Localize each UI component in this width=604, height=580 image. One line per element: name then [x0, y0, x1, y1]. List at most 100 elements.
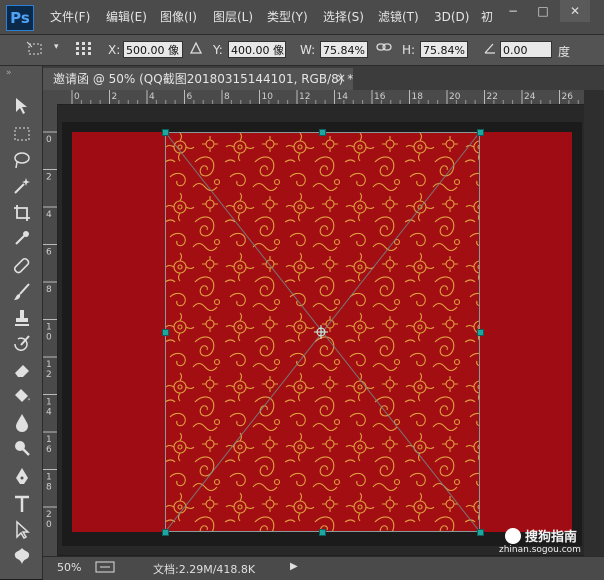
menu-filter[interactable]: 滤镜(T) — [378, 8, 419, 26]
ruler-top-label: 10 — [262, 92, 274, 102]
blur-tool-icon[interactable] — [10, 412, 34, 436]
share-icon[interactable] — [95, 561, 115, 576]
chevron-down-icon[interactable]: ▾ — [54, 42, 59, 52]
angle-icon[interactable] — [484, 42, 496, 57]
transform-handle-top[interactable] — [319, 129, 326, 136]
y-field[interactable]: 400.00 像 — [228, 41, 286, 58]
brush-tool-icon[interactable] — [10, 282, 34, 306]
ruler-top-label: 18 — [412, 92, 424, 102]
ruler-top-label: 22 — [487, 92, 498, 102]
menu-file[interactable]: 文件(F) — [50, 8, 90, 26]
ruler-left-label: 4 — [46, 210, 52, 220]
menu-view[interactable]: 初 — [481, 8, 493, 26]
minimize-button[interactable]: − — [498, 0, 528, 22]
ruler-top-label: 24 — [524, 92, 536, 102]
menu-3d[interactable]: 3D(D) — [434, 8, 469, 26]
status-menu-arrow[interactable]: ▶ — [290, 561, 298, 572]
transform-handle-top-right[interactable] — [477, 129, 484, 136]
menu-layer[interactable]: 图层(L) — [213, 8, 253, 26]
healing-brush-icon[interactable] — [10, 256, 34, 280]
transform-handle-top-left[interactable] — [162, 129, 169, 136]
menu-edit[interactable]: 编辑(E) — [106, 8, 147, 26]
menu-image[interactable]: 图像(I) — [160, 8, 197, 26]
transform-handle-right[interactable] — [477, 329, 484, 336]
ruler-top-label: 14 — [337, 92, 349, 102]
ruler-top-label: 16 — [374, 92, 386, 102]
w-label: W: — [300, 43, 316, 57]
ruler-left-label: 0 — [46, 333, 52, 343]
menu-type[interactable]: 类型(Y) — [267, 8, 308, 26]
ruler-left-label: 2 — [46, 510, 52, 520]
ruler-left-label: 1 — [46, 435, 52, 445]
ruler-top-label: 26 — [562, 92, 574, 102]
ruler-top-label: 12 — [299, 92, 310, 102]
crop-tool-icon[interactable] — [10, 203, 34, 227]
ruler-top-label: 6 — [187, 92, 193, 102]
clone-stamp-icon[interactable] — [10, 308, 34, 332]
document-size-info: 文档:2.29M/418.8K — [153, 563, 256, 576]
sogou-logo-icon — [505, 527, 521, 544]
menu-select[interactable]: 选择(S) — [323, 8, 364, 26]
ruler-left-label: 0 — [46, 135, 52, 145]
magic-wand-icon[interactable] — [10, 176, 34, 200]
ruler-left-label: 0 — [46, 520, 52, 530]
ruler-left-label: 4 — [46, 408, 52, 418]
eraser-icon[interactable] — [10, 360, 34, 384]
ruler-top-label: 0 — [74, 92, 80, 102]
path-selection-icon[interactable] — [10, 520, 34, 544]
photoshop-logo: Ps — [6, 5, 34, 31]
pen-tool-icon[interactable] — [10, 466, 34, 490]
restore-button[interactable]: □ — [528, 0, 558, 22]
ruler-left-label: 1 — [46, 398, 52, 408]
marquee-tool-icon[interactable] — [10, 124, 34, 148]
ruler-corner — [43, 90, 62, 104]
document-tab[interactable]: 邀请函 @ 50% (QQ截图20180315144101, RGB/8) * — [43, 68, 353, 90]
ruler-top-label: 8 — [224, 92, 230, 102]
watermark-brand: 搜狗指南 — [525, 530, 578, 545]
h-label: H: — [402, 43, 416, 57]
transform-tool-icon[interactable] — [26, 41, 44, 60]
move-tool-icon[interactable] — [10, 96, 34, 120]
ruler-left-label: 6 — [46, 445, 52, 455]
x-label: X: — [108, 43, 121, 57]
ruler-left-label: 8 — [46, 285, 52, 295]
type-tool-icon[interactable] — [10, 494, 34, 518]
x-field[interactable]: 500.00 像 — [123, 41, 183, 58]
collapse-arrows-icon[interactable]: » — [6, 68, 12, 78]
dodge-tool-icon[interactable] — [10, 438, 34, 462]
transform-center-icon[interactable] — [314, 325, 328, 339]
transform-handle-bottom-left[interactable] — [162, 529, 169, 536]
ruler-top-label: 4 — [149, 92, 155, 102]
angle-field[interactable]: 0.00 — [500, 41, 552, 58]
link-icon[interactable] — [376, 41, 392, 56]
transform-handle-left[interactable] — [162, 329, 169, 336]
watermark-url: zhinan.sogou.com — [499, 545, 581, 555]
ruler-top-label: 20 — [449, 92, 461, 102]
eyedropper-icon[interactable] — [10, 228, 34, 252]
delta-icon[interactable] — [189, 41, 203, 57]
angle-unit-label: 度 — [558, 45, 571, 59]
paint-bucket-icon[interactable] — [10, 386, 34, 410]
watermark: 搜狗指南 zhinan.sogou.com — [499, 526, 595, 562]
close-window-button[interactable]: ✕ — [560, 0, 590, 22]
zoom-level[interactable]: 50% — [57, 561, 81, 574]
transform-handle-bottom[interactable] — [319, 529, 326, 536]
ruler-left-label: 8 — [46, 483, 52, 493]
custom-shape-icon[interactable] — [10, 546, 34, 570]
ruler-top-label: 2 — [112, 92, 118, 102]
reference-point-icon[interactable] — [75, 41, 93, 60]
vertical-scrollbar[interactable] — [584, 90, 604, 556]
tab-close-button[interactable]: × — [336, 71, 346, 85]
ruler-left-label: 1 — [46, 473, 52, 483]
ruler-left-label: 6 — [46, 248, 52, 258]
ruler-left-label: 1 — [46, 323, 52, 333]
width-field[interactable]: 75.84% — [320, 41, 368, 58]
transform-handle-bottom-right[interactable] — [477, 529, 484, 536]
horizontal-ruler: 0 2 4 6 8 10 12 14 16 18 20 22 24 26 — [62, 90, 584, 105]
ruler-left-label: 2 — [46, 370, 52, 380]
ruler-left-label: 2 — [46, 173, 52, 183]
history-brush-icon[interactable] — [10, 334, 34, 358]
ruler-left-label: 1 — [46, 360, 52, 370]
lasso-tool-icon[interactable] — [10, 150, 34, 174]
height-field[interactable]: 75.84% — [420, 41, 468, 58]
